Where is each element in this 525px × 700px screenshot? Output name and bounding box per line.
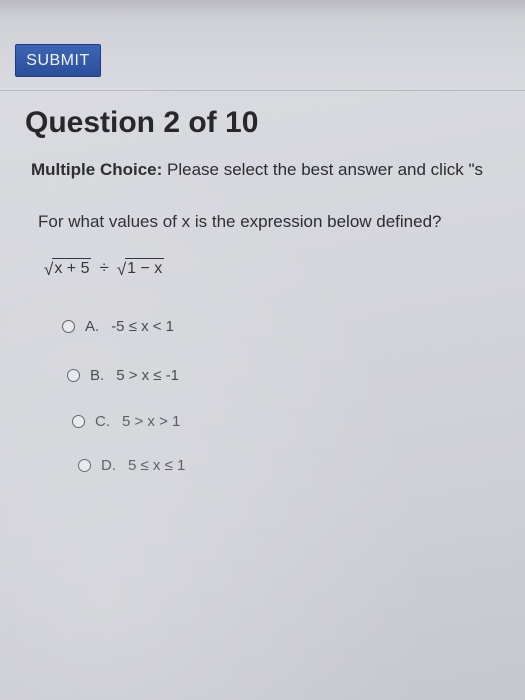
radio-button-d[interactable] — [78, 459, 91, 472]
divide-operator: ÷ — [99, 258, 109, 277]
radio-button-b[interactable] — [67, 369, 80, 382]
choice-a[interactable]: A. -5 ≤ x < 1 — [62, 318, 174, 335]
choice-letter: A. — [85, 318, 100, 335]
left-radicand: x + 5 — [52, 258, 92, 278]
right-radical: √ 1 − x — [117, 258, 165, 278]
top-strip — [0, 0, 525, 18]
divider — [0, 90, 525, 91]
question-title: Question 2 of 10 — [25, 106, 259, 139]
choice-letter: C. — [95, 413, 110, 430]
math-expression: √ x + 5 ÷ √ 1 − x — [44, 258, 165, 278]
choice-text: -5 ≤ x < 1 — [111, 318, 175, 335]
choice-letter: D. — [101, 457, 116, 474]
submit-button[interactable]: SUBMIT — [15, 44, 101, 77]
choice-b[interactable]: B. 5 > x ≤ -1 — [67, 367, 179, 384]
choice-text: 5 > x > 1 — [122, 413, 181, 430]
choice-text: 5 ≤ x ≤ 1 — [128, 457, 186, 474]
left-radical: √ x + 5 — [44, 258, 92, 278]
choice-text: 5 > x ≤ -1 — [116, 367, 180, 384]
choice-d[interactable]: D. 5 ≤ x ≤ 1 — [78, 457, 185, 474]
radio-button-c[interactable] — [72, 415, 85, 428]
instructions-text: Please select the best answer and click … — [167, 160, 483, 179]
instructions-label: Multiple Choice: — [31, 160, 163, 179]
right-radicand: 1 − x — [125, 258, 165, 278]
instructions: Multiple Choice: Please select the best … — [31, 160, 525, 180]
question-prompt: For what values of x is the expression b… — [38, 212, 442, 231]
choice-letter: B. — [90, 367, 105, 384]
choice-c[interactable]: C. 5 > x > 1 — [72, 413, 180, 430]
radio-button-a[interactable] — [62, 320, 75, 333]
screen-glare — [0, 0, 525, 700]
